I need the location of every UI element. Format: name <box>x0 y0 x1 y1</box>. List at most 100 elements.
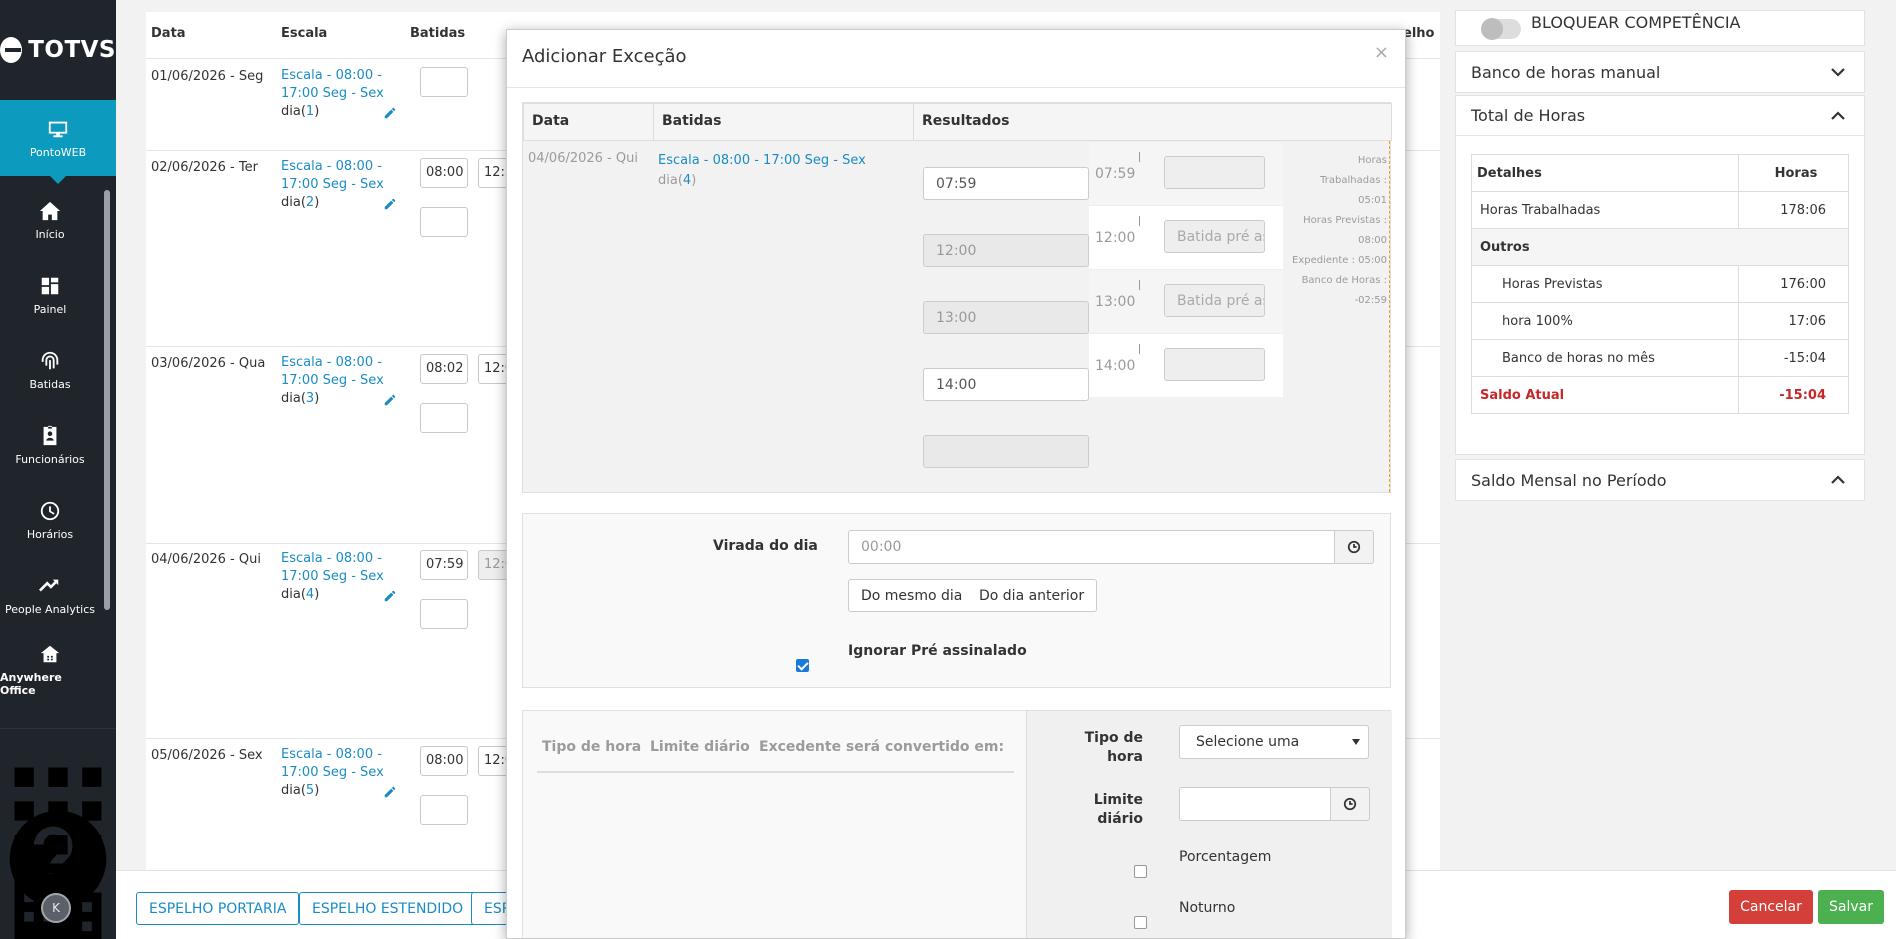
scale-link[interactable]: Escala - 08:00 - 17:00 Seg - Sex <box>658 153 866 168</box>
edit-pencil-icon[interactable] <box>383 197 397 211</box>
limite-diario-label: Limite diário <box>1093 792 1143 827</box>
nav-item-inicio[interactable]: Início <box>0 188 100 252</box>
scale-link[interactable]: 17:00 Seg - Sex <box>281 373 384 388</box>
result-box[interactable] <box>1164 348 1265 381</box>
batida-input[interactable]: 07:59 <box>420 550 468 580</box>
panel-title: Banco de horas manual <box>1471 62 1661 82</box>
porcentagem-checkbox[interactable] <box>1134 865 1147 878</box>
batida-input[interactable]: 08:02 <box>420 354 468 384</box>
totvs-logo[interactable]: TOTVS <box>0 30 116 70</box>
nav-item-funcionarios[interactable]: Funcionários <box>0 413 100 477</box>
scale-link[interactable]: Escala - 08:00 - <box>281 355 382 370</box>
batida-field[interactable]: 12:00 <box>923 234 1089 267</box>
col-header-data: Data <box>151 26 186 41</box>
do-dia-anterior-button[interactable]: Do dia anterior <box>967 579 1098 612</box>
batida-input[interactable] <box>420 207 468 237</box>
nav-label: Horários <box>26 527 74 541</box>
exception-day-grid: Data Batidas Resultados 04/06/2026 - Qui… <box>522 102 1392 493</box>
nav-item-anywhere-office[interactable]: Anywhere Office <box>0 638 100 702</box>
table-row: hora 100% 17:06 <box>1471 302 1849 340</box>
table-row: Outros <box>1471 228 1849 266</box>
batida-input[interactable] <box>420 67 468 97</box>
batida-input[interactable]: 12:0 <box>478 746 513 776</box>
batida-input[interactable] <box>420 795 468 825</box>
dia-link[interactable]: 4 <box>306 587 314 602</box>
do-mesmo-dia-button[interactable]: Do mesmo dia <box>848 579 976 612</box>
scale-link[interactable]: Escala - 08:00 - <box>281 68 382 83</box>
cancel-button[interactable]: Cancelar <box>1729 890 1813 924</box>
dia-link[interactable]: 3 <box>306 391 314 406</box>
panel-saldo-mensal[interactable]: Saldo Mensal no Período <box>1455 459 1865 501</box>
scale-link[interactable]: 17:00 Seg - Sex <box>281 569 384 584</box>
noturno-checkbox[interactable] <box>1134 916 1147 929</box>
home-icon <box>39 200 61 222</box>
batida-input[interactable]: 12:0 <box>478 550 513 580</box>
nav-item-batidas[interactable]: Batidas <box>0 338 100 402</box>
row-date: 02/06/2026 - Ter <box>151 160 258 175</box>
limite-diario-input[interactable] <box>1179 787 1331 821</box>
nav-item-people-analytics[interactable]: People Analytics <box>0 563 100 627</box>
apps-grid-icon[interactable] <box>0 753 116 855</box>
col-header-data: Data <box>523 103 654 141</box>
col-header-detalhes: Detalhes <box>1471 154 1739 192</box>
row-scale: Escala - 08:00 - 17:00 Seg - Sex dia(1) <box>281 68 384 119</box>
nav-item-pontoweb[interactable]: PontoWEB <box>0 100 116 184</box>
scale-link[interactable]: 17:00 Seg - Sex <box>281 86 384 101</box>
batida-field[interactable] <box>923 435 1089 468</box>
scale-link[interactable]: 17:00 Seg - Sex <box>281 765 384 780</box>
panel-banco-horas-manual[interactable]: Banco de horas manual <box>1455 51 1865 93</box>
save-button[interactable]: Salvar <box>1818 890 1884 924</box>
batida-input[interactable]: 12:0 <box>478 354 513 384</box>
building-icon[interactable] <box>0 849 116 939</box>
scale-link[interactable]: Escala - 08:00 - <box>281 159 382 174</box>
logo-text: TOTVS <box>28 37 116 63</box>
batida-input[interactable]: 08:00 <box>420 158 468 188</box>
col-header-escala: Escala <box>281 26 328 41</box>
dia-link[interactable]: 4 <box>683 173 691 188</box>
panel-title: Total de Horas <box>1471 106 1586 125</box>
result-box[interactable]: Batida pré assinalada <box>1164 284 1265 317</box>
chevron-down-icon[interactable] <box>1830 64 1846 80</box>
batida-input[interactable] <box>420 599 468 629</box>
dia-link[interactable]: 2 <box>306 195 314 210</box>
tipo-hora-select[interactable]: Selecione uma <box>1179 725 1369 759</box>
scale-link[interactable]: Escala - 08:00 - <box>281 551 382 566</box>
chevron-up-icon[interactable] <box>1830 108 1846 124</box>
exception-scale: Escala - 08:00 - 17:00 Seg - Sex dia(4) <box>658 153 866 188</box>
espelho-portaria-button[interactable]: ESPELHO PORTARIA <box>136 892 300 925</box>
result-box[interactable] <box>1164 156 1265 189</box>
nav-item-horarios[interactable]: Horários <box>0 488 100 552</box>
fingerprint-icon <box>39 350 61 372</box>
edit-pencil-icon[interactable] <box>383 589 397 603</box>
batida-field[interactable]: 07:59 <box>923 167 1089 200</box>
batida-input[interactable]: 08:00 <box>420 746 468 776</box>
nav-item-painel[interactable]: Painel <box>0 263 100 327</box>
scale-link[interactable]: 17:00 Seg - Sex <box>281 177 384 192</box>
row-scale: Escala - 08:00 - 17:00 Seg - Sex dia(3) <box>281 355 384 406</box>
sidebar-scrollbar[interactable] <box>104 190 110 610</box>
close-icon[interactable]: × <box>1374 42 1389 63</box>
help-icon[interactable] <box>0 801 116 908</box>
chevron-up-icon[interactable] <box>1830 472 1846 488</box>
clock-icon[interactable] <box>1330 787 1370 821</box>
edit-pencil-icon[interactable] <box>383 785 397 799</box>
ignorar-pre-assinalado-checkbox[interactable] <box>796 659 809 672</box>
batida-field[interactable]: 14:00 <box>923 368 1089 401</box>
avatar[interactable]: K <box>41 893 71 923</box>
porcentagem-label: Porcentagem <box>1179 849 1272 865</box>
result-box[interactable]: Batida pré assinalada <box>1164 220 1265 253</box>
espelho-estendido-button[interactable]: ESPELHO ESTENDIDO <box>299 892 477 925</box>
batida-field[interactable]: 13:00 <box>923 301 1089 334</box>
batida-input[interactable]: 12:3 <box>478 158 513 188</box>
dia-link[interactable]: 5 <box>306 783 314 798</box>
clock-icon[interactable] <box>1334 530 1374 564</box>
edit-pencil-icon[interactable] <box>383 393 397 407</box>
edit-pencil-icon[interactable] <box>383 106 397 120</box>
col-header-batidas: Batidas <box>410 26 466 41</box>
scale-link[interactable]: Escala - 08:00 - <box>281 747 382 762</box>
result-row: 12:00 Batida pré assinalada <box>1089 205 1283 269</box>
dia-link[interactable]: 1 <box>306 104 314 119</box>
lock-competencia-toggle[interactable] <box>1481 18 1521 40</box>
batida-input[interactable] <box>420 403 468 433</box>
virada-input[interactable]: 00:00 <box>848 530 1335 564</box>
